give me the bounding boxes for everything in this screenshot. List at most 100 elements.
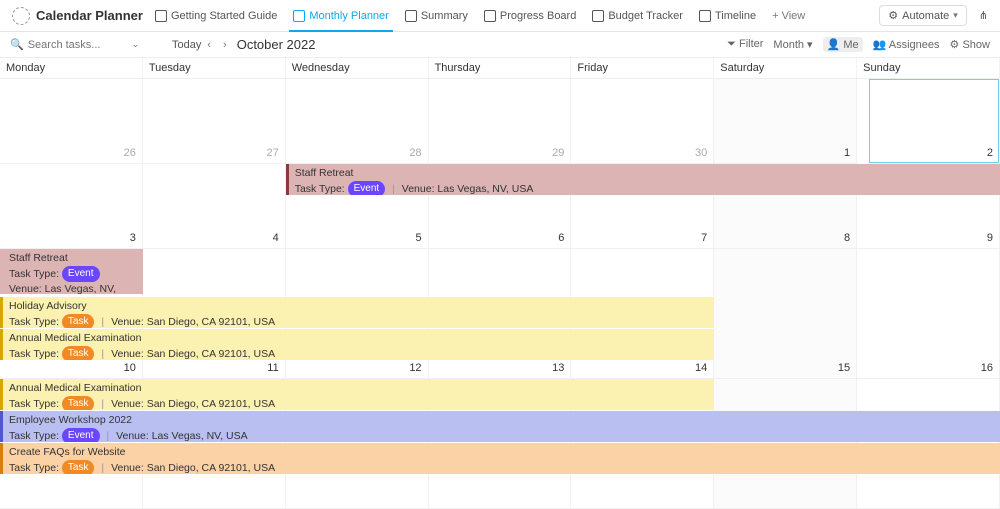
venue-label: Venue: bbox=[9, 283, 42, 294]
event-bar-annual-medical[interactable]: Annual Medical Examination Task Type: Ta… bbox=[0, 329, 714, 360]
task-type-tag: Task bbox=[62, 460, 95, 474]
filter-button[interactable]: ⏷ Filter bbox=[727, 38, 763, 51]
event-bar-holiday-advisory[interactable]: Holiday Advisory Task Type: Task | Venue… bbox=[0, 297, 714, 328]
venue-value: San Diego, CA 92101, USA bbox=[147, 316, 275, 328]
search-input-wrap[interactable]: 🔍 ⌄ bbox=[10, 38, 160, 51]
search-icon: 🔍 bbox=[10, 38, 24, 51]
table-icon bbox=[592, 10, 604, 22]
assignees-button[interactable]: 👥 Assignees bbox=[873, 38, 940, 51]
event-bar-staff-retreat[interactable]: Staff Retreat Task Type: Event | Venue: … bbox=[286, 164, 1000, 195]
task-type-label: Task Type: bbox=[9, 398, 59, 410]
event-title: Staff Retreat bbox=[9, 251, 137, 265]
event-bar-workshop[interactable]: Employee Workshop 2022 Task Type: Event … bbox=[0, 411, 1000, 442]
task-type-label: Task Type: bbox=[9, 268, 59, 280]
app-icon bbox=[12, 7, 30, 25]
chevron-down-icon: ▾ bbox=[953, 10, 958, 21]
label: + View bbox=[772, 10, 805, 22]
event-bar-faqs[interactable]: Create FAQs for Website Task Type: Task … bbox=[0, 443, 1000, 474]
calendar-day-headers: Monday Tuesday Wednesday Thursday Friday… bbox=[0, 58, 1000, 79]
robot-icon: ⚙ bbox=[888, 9, 898, 22]
timeline-icon bbox=[699, 10, 711, 22]
venue-label: Venue: bbox=[111, 398, 144, 410]
day-header: Monday bbox=[0, 58, 143, 78]
next-month-button[interactable]: › bbox=[217, 39, 233, 51]
venue-label: Venue: bbox=[111, 348, 144, 360]
chevron-down-icon[interactable]: ⌄ bbox=[132, 39, 140, 50]
task-type-tag: Task bbox=[62, 396, 95, 410]
calendar-cell[interactable]: 26 bbox=[0, 79, 143, 164]
calendar-icon bbox=[293, 10, 305, 22]
calendar-cell[interactable]: 27 bbox=[143, 79, 286, 164]
board-icon bbox=[484, 10, 496, 22]
tab-budget-tracker[interactable]: Budget Tracker bbox=[584, 0, 691, 32]
task-type-label: Task Type: bbox=[9, 316, 59, 328]
tab-label: Summary bbox=[421, 10, 468, 22]
calendar-cell[interactable]: 4 bbox=[143, 164, 286, 249]
task-type-tag: Event bbox=[62, 266, 100, 282]
event-bar-annual-medical-cont[interactable]: Annual Medical Examination Task Type: Ta… bbox=[0, 379, 714, 410]
task-type-tag: Task bbox=[62, 346, 95, 360]
calendar-cell-today[interactable]: 2 bbox=[869, 79, 1000, 164]
event-title: Annual Medical Examination bbox=[9, 381, 708, 395]
venue-label: Venue: bbox=[402, 183, 435, 195]
top-tabs-bar: Calendar Planner Getting Started Guide M… bbox=[0, 0, 1000, 32]
month-label: October 2022 bbox=[237, 37, 316, 52]
calendar-cell[interactable]: 16 bbox=[857, 249, 1000, 379]
task-type-tag: Task bbox=[62, 314, 95, 328]
search-input[interactable] bbox=[28, 39, 128, 51]
calendar-cell[interactable]: 3 bbox=[0, 164, 143, 249]
event-title: Employee Workshop 2022 bbox=[9, 413, 994, 427]
label: Automate bbox=[902, 10, 949, 22]
day-header: Friday bbox=[571, 58, 714, 78]
tab-timeline[interactable]: Timeline bbox=[691, 0, 764, 32]
venue-label: Venue: bbox=[116, 430, 149, 442]
calendar-cell[interactable]: 28 bbox=[286, 79, 429, 164]
calendar-cell[interactable]: 1 bbox=[714, 79, 857, 164]
share-icon[interactable]: ⋔ bbox=[973, 6, 994, 25]
venue-value: San Diego, CA 92101, USA bbox=[147, 348, 275, 360]
today-button[interactable]: Today bbox=[172, 39, 201, 51]
calendar-cell[interactable]: 30 bbox=[571, 79, 714, 164]
calendar-cell[interactable]: 15 bbox=[714, 249, 857, 379]
task-type-tag: Event bbox=[62, 428, 100, 442]
tab-label: Budget Tracker bbox=[608, 10, 683, 22]
list-icon bbox=[405, 10, 417, 22]
app-title: Calendar Planner bbox=[36, 8, 143, 23]
task-type-label: Task Type: bbox=[9, 462, 59, 474]
show-button[interactable]: ⚙ Show bbox=[950, 38, 990, 51]
tab-label: Progress Board bbox=[500, 10, 576, 22]
venue-label: Venue: bbox=[111, 316, 144, 328]
tab-getting-started[interactable]: Getting Started Guide bbox=[147, 0, 285, 32]
venue-label: Venue: bbox=[111, 462, 144, 474]
venue-value: San Diego, CA 92101, USA bbox=[147, 398, 275, 410]
event-title: Annual Medical Examination bbox=[9, 331, 708, 345]
automate-button[interactable]: ⚙ Automate ▾ bbox=[879, 5, 967, 26]
task-type-label: Task Type: bbox=[295, 183, 345, 195]
venue-value: Las Vegas, NV, USA bbox=[437, 183, 533, 195]
event-title: Holiday Advisory bbox=[9, 299, 708, 313]
prev-month-button[interactable]: ‹ bbox=[201, 39, 217, 51]
calendar-cell[interactable]: 29 bbox=[429, 79, 572, 164]
right-controls: ⏷ Filter Month ▾ 👤 Me 👥 Assignees ⚙ Show bbox=[727, 37, 990, 52]
day-header: Sunday bbox=[857, 58, 1000, 78]
doc-icon bbox=[155, 10, 167, 22]
event-title: Staff Retreat bbox=[295, 166, 994, 180]
tab-label: Timeline bbox=[715, 10, 756, 22]
event-bar-staff-retreat-cont[interactable]: Staff Retreat Task Type: Event Venue: La… bbox=[0, 249, 143, 294]
task-type-label: Task Type: bbox=[9, 348, 59, 360]
venue-value: Las Vegas, NV, USA bbox=[152, 430, 248, 442]
view-mode-button[interactable]: Month ▾ bbox=[773, 38, 812, 51]
tab-progress-board[interactable]: Progress Board bbox=[476, 0, 584, 32]
venue-value: San Diego, CA 92101, USA bbox=[147, 462, 275, 474]
tab-summary[interactable]: Summary bbox=[397, 0, 476, 32]
task-type-tag: Event bbox=[348, 181, 386, 195]
tab-label: Getting Started Guide bbox=[171, 10, 277, 22]
day-header: Tuesday bbox=[143, 58, 286, 78]
event-title: Create FAQs for Website bbox=[9, 445, 994, 459]
day-header: Saturday bbox=[714, 58, 857, 78]
day-header: Thursday bbox=[429, 58, 572, 78]
tab-label: Monthly Planner bbox=[309, 10, 389, 22]
add-view-button[interactable]: + View bbox=[764, 10, 813, 22]
me-toggle[interactable]: 👤 Me bbox=[823, 37, 863, 52]
tab-monthly-planner[interactable]: Monthly Planner bbox=[285, 0, 397, 32]
